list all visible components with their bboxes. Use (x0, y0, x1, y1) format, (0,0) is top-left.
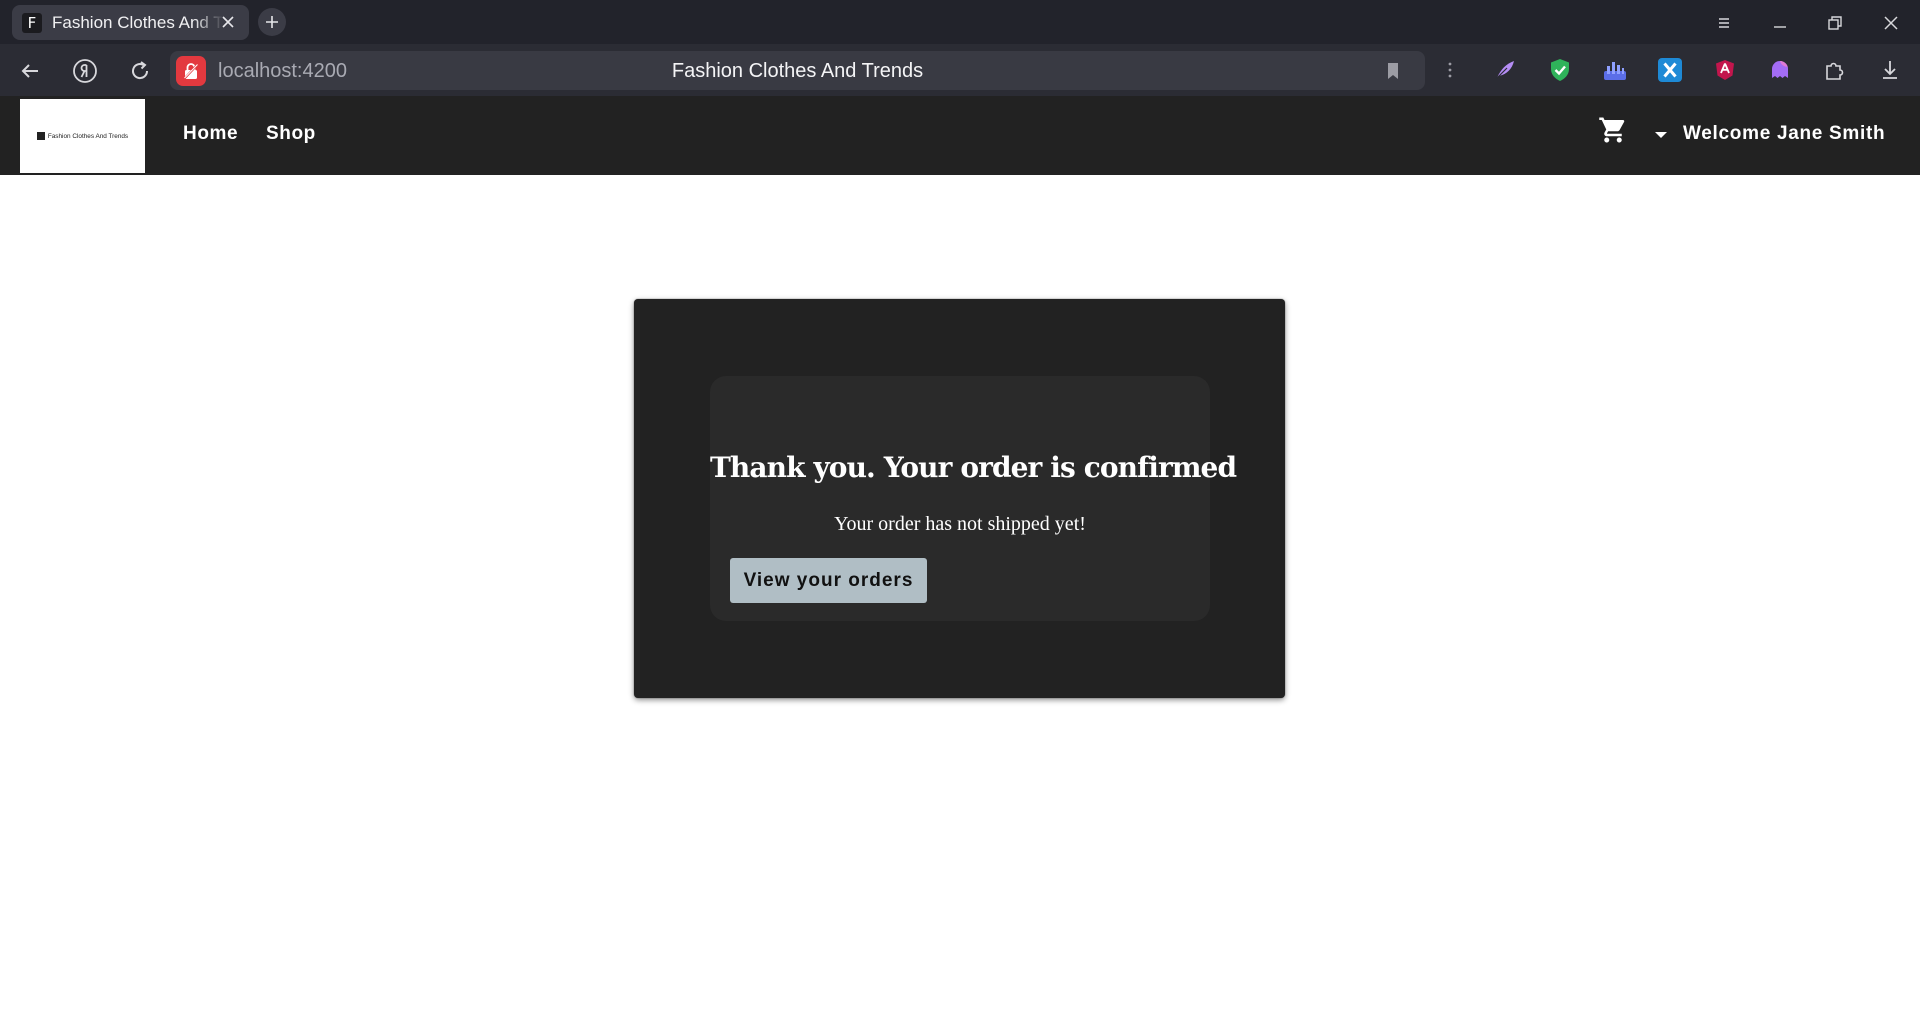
new-tab-button[interactable] (258, 8, 286, 36)
chart-extension-icon[interactable] (1601, 56, 1629, 84)
x-extension-icon[interactable] (1656, 56, 1684, 84)
browser-address-row: localhost:4200 Fashion Clothes And Trend… (0, 44, 1920, 96)
download-icon[interactable] (1876, 56, 1904, 84)
tab-close-icon[interactable] (218, 12, 238, 32)
address-bar[interactable]: localhost:4200 Fashion Clothes And Trend… (170, 51, 1425, 90)
view-orders-button[interactable]: View your orders (730, 558, 927, 603)
caret-down-icon (1655, 132, 1667, 138)
nav-link-shop[interactable]: Shop (266, 123, 316, 145)
brand-mark-icon (36, 132, 45, 140)
confirmation-title: Thank you. Your order is confirmed (710, 451, 1237, 484)
more-vertical-icon[interactable] (1436, 56, 1464, 84)
brand-logo-text: Fashion Clothes And Trends (47, 132, 129, 140)
restore-icon[interactable] (1824, 12, 1846, 34)
order-confirmation-card: Thank you. Your order is confirmed Your … (634, 299, 1285, 698)
shield-check-extension-icon[interactable] (1546, 56, 1574, 84)
site-navbar: Fashion Clothes And Trends Home Shop Wel… (0, 96, 1920, 175)
tab-favicon-icon: F (22, 12, 42, 33)
minimize-icon[interactable] (1769, 12, 1791, 34)
browser-tab-active[interactable]: F Fashion Clothes And Trends (12, 5, 249, 40)
reload-icon[interactable] (126, 57, 154, 85)
angular-extension-icon[interactable] (1711, 56, 1739, 84)
feather-extension-icon[interactable] (1491, 56, 1519, 84)
puzzle-icon[interactable] (1821, 56, 1849, 84)
user-menu-dropdown[interactable]: Welcome Jane Smith (1655, 123, 1885, 145)
confirmation-panel: Thank you. Your order is confirmed Your … (710, 376, 1237, 621)
cart-icon[interactable] (1598, 115, 1628, 145)
address-page-title: Fashion Clothes And Trends (671, 60, 924, 82)
tab-title: Fashion Clothes And Trends (52, 12, 224, 32)
shipping-status-text: Your order has not shipped yet! (834, 513, 1086, 535)
nav-link-home[interactable]: Home (183, 123, 238, 145)
browser-menu-icon[interactable] (1713, 12, 1735, 34)
bookmark-icon[interactable] (1383, 60, 1403, 82)
ghost-extension-icon[interactable] (1766, 56, 1794, 84)
browser-tab-bar: F Fashion Clothes And Trends (0, 0, 1920, 44)
plus-icon (266, 16, 278, 28)
yandex-icon[interactable] (71, 57, 99, 85)
user-greeting: Welcome Jane Smith (1683, 123, 1886, 144)
close-window-icon[interactable] (1880, 12, 1902, 34)
brand-logo[interactable]: Fashion Clothes And Trends (20, 99, 145, 173)
back-arrow-icon[interactable] (16, 57, 44, 85)
